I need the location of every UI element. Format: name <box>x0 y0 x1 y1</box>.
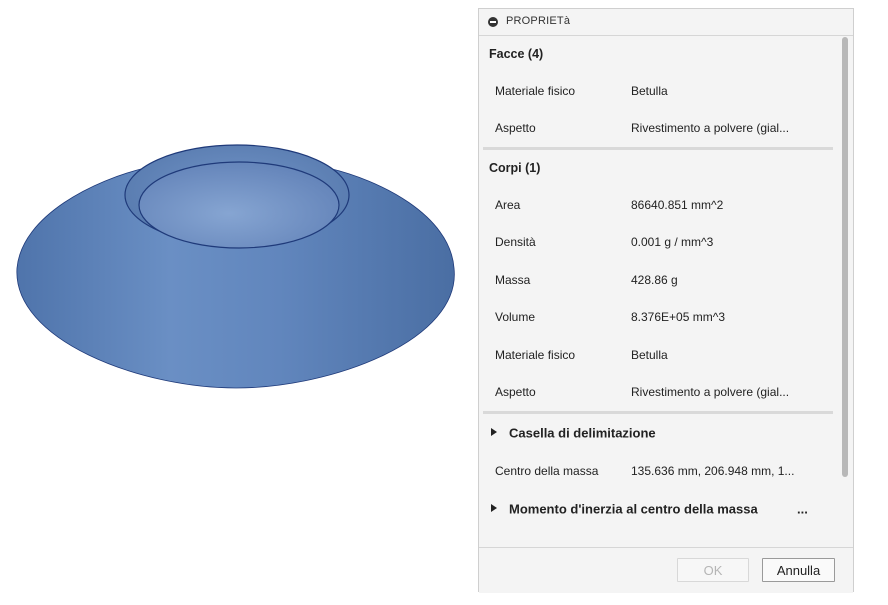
expand-triangle-icon[interactable] <box>491 503 497 512</box>
panel-footer: OK Annulla <box>479 547 853 593</box>
bodies-appearance-row: Aspetto Rivestimento a polvere (gial... <box>479 374 839 412</box>
bounding-box-expander[interactable]: Casella di delimitazione <box>479 414 839 452</box>
faces-section-title: Facce (4) <box>489 47 544 61</box>
bodies-section-title: Corpi (1) <box>489 161 541 175</box>
bodies-material-row: Materiale fisico Betulla <box>479 336 839 374</box>
row-value: Betulla <box>631 83 668 98</box>
3d-viewport[interactable] <box>0 0 478 602</box>
model-body[interactable] <box>16 144 455 389</box>
center-of-mass-row: Centro della massa 135.636 mm, 206.948 m… <box>479 452 839 490</box>
row-value: 135.636 mm, 206.948 mm, 1... <box>631 463 795 478</box>
row-value: 428.86 g <box>631 272 678 287</box>
row-value: Rivestimento a polvere (gial... <box>631 121 790 136</box>
row-label: Materiale fisico <box>495 347 576 362</box>
row-label: Volume <box>495 310 536 325</box>
faces-material-row: Materiale fisico Betulla <box>479 72 839 110</box>
cancel-button[interactable]: Annulla <box>762 558 835 582</box>
expander-label: Casella di delimitazione <box>509 425 656 441</box>
row-value: Betulla <box>631 347 668 362</box>
expand-triangle-icon[interactable] <box>491 428 497 436</box>
panel-body[interactable]: Facce (4) Materiale fisico Betulla Aspet… <box>479 36 839 546</box>
row-label: Centro della massa <box>495 463 599 478</box>
bodies-mass-row: Massa 428.86 g <box>479 261 839 299</box>
ok-button[interactable]: OK <box>677 558 749 582</box>
top-inner-face[interactable] <box>138 161 340 249</box>
row-value: 0.001 g / mm^3 <box>631 235 714 250</box>
scrollbar-thumb[interactable] <box>842 37 848 477</box>
more-ellipsis[interactable]: ... <box>797 501 808 516</box>
row-label: Aspetto <box>495 385 536 400</box>
row-value: Rivestimento a polvere (gial... <box>631 385 790 400</box>
row-label: Materiale fisico <box>495 83 576 98</box>
properties-panel: PROPRIETà Facce (4) Materiale fisico Bet… <box>478 8 854 593</box>
panel-title: PROPRIETà <box>506 15 571 27</box>
model-view[interactable] <box>0 0 478 602</box>
collapse-icon[interactable] <box>488 17 498 27</box>
row-label: Densità <box>495 235 536 250</box>
expander-label: Momento d'inerzia al centro della massa <box>509 501 758 516</box>
panel-header: PROPRIETà <box>479 9 853 36</box>
vertical-scrollbar[interactable] <box>841 37 849 545</box>
row-label: Massa <box>495 272 531 287</box>
row-label: Area <box>495 197 521 212</box>
bodies-volume-row: Volume 8.376E+05 mm^3 <box>479 299 839 337</box>
inertia-expander[interactable]: Momento d'inerzia al centro della massa … <box>479 490 839 528</box>
row-value: 8.376E+05 mm^3 <box>631 310 726 325</box>
bodies-area-row: Area 86640.851 mm^2 <box>479 186 839 224</box>
faces-appearance-row: Aspetto Rivestimento a polvere (gial... <box>479 110 839 148</box>
row-label: Aspetto <box>495 121 536 136</box>
row-value: 86640.851 mm^2 <box>631 197 724 212</box>
bodies-density-row: Densità 0.001 g / mm^3 <box>479 224 839 262</box>
